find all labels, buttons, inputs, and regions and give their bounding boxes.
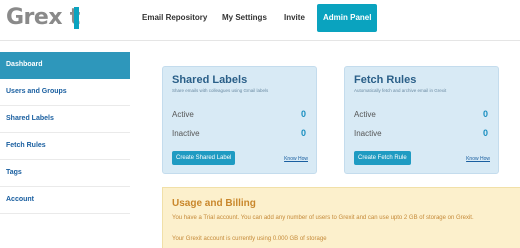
- logo-text: Grex: [6, 5, 63, 30]
- header-divider: [0, 40, 520, 41]
- top-header: GrexIt Email Repository My Settings Invi…: [0, 0, 520, 36]
- card-subtitle: Share emails with colleagues using Gmail…: [172, 88, 269, 93]
- sidebar-item-fetch-rules[interactable]: Fetch Rules: [0, 133, 130, 160]
- usage-title: Usage and Billing: [172, 198, 256, 209]
- sidebar: Dashboard Users and Groups Shared Labels…: [0, 52, 130, 214]
- grexit-logo[interactable]: GrexIt: [6, 4, 80, 32]
- fetch-rules-card: Fetch Rules Automatically fetch and arch…: [344, 66, 499, 174]
- inactive-label: Inactive: [354, 129, 382, 138]
- sidebar-item-dashboard[interactable]: Dashboard: [0, 52, 130, 79]
- shared-labels-card: Shared Labels Share emails with colleagu…: [162, 66, 317, 174]
- sidebar-item-users-and-groups[interactable]: Users and Groups: [0, 79, 130, 106]
- nav-admin-panel[interactable]: Admin Panel: [317, 4, 378, 32]
- nav-email-repository[interactable]: Email Repository: [142, 6, 207, 30]
- nav-invite[interactable]: Invite: [284, 6, 305, 30]
- card-subtitle: Automatically fetch and archive email in…: [354, 88, 447, 93]
- sidebar-item-shared-labels[interactable]: Shared Labels: [0, 106, 130, 133]
- know-how-link[interactable]: Know How: [466, 156, 490, 162]
- usage-and-billing-panel: Usage and Billing You have a Trial accou…: [162, 187, 520, 248]
- inactive-count: 0: [482, 128, 488, 138]
- sidebar-item-tags[interactable]: Tags: [0, 160, 130, 187]
- active-count: 0: [482, 109, 488, 119]
- active-label: Active: [354, 110, 376, 119]
- inactive-count: 0: [300, 128, 306, 138]
- active-count: 0: [300, 109, 306, 119]
- logo-accent-bar: [74, 7, 79, 29]
- card-title: Shared Labels: [172, 74, 248, 86]
- create-shared-label-button[interactable]: Create Shared Label: [172, 151, 236, 165]
- sidebar-item-account[interactable]: Account: [0, 187, 130, 214]
- inactive-label: Inactive: [172, 129, 200, 138]
- know-how-link[interactable]: Know How: [284, 156, 308, 162]
- trial-account-text: You have a Trial account. You can add an…: [172, 215, 474, 221]
- storage-usage-text: Your Grexit account is currently using 0…: [172, 236, 327, 242]
- active-label: Active: [172, 110, 194, 119]
- nav-my-settings[interactable]: My Settings: [222, 6, 267, 30]
- card-title: Fetch Rules: [354, 74, 417, 86]
- create-fetch-rule-button[interactable]: Create Fetch Rule: [354, 151, 411, 165]
